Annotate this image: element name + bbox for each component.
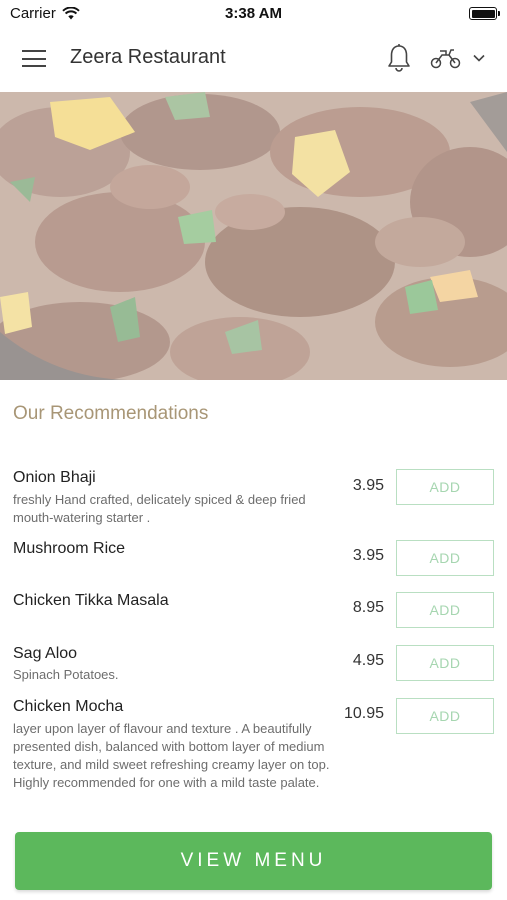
page-title: Zeera Restaurant: [70, 46, 226, 68]
menu-icon[interactable]: [22, 50, 46, 68]
app-header: Zeera Restaurant: [0, 28, 507, 92]
item-name: Mushroom Rice: [13, 540, 126, 557]
add-button[interactable]: ADD: [396, 592, 494, 628]
item-description: layer upon layer of flavour and texture …: [13, 721, 330, 790]
item-price: 3.95: [352, 547, 384, 564]
item-name: Onion Bhaji: [13, 469, 96, 486]
status-time: 3:38 AM: [225, 5, 282, 22]
item-description: Spinach Potatoes.: [13, 667, 119, 682]
item-name: Sag Aloo: [13, 645, 78, 662]
status-bar: Carrier 3:38 AM: [0, 0, 507, 28]
item-price: 10.95: [343, 705, 384, 722]
chevron-down-icon[interactable]: [472, 51, 486, 65]
add-button[interactable]: ADD: [396, 645, 494, 681]
battery-icon: [469, 7, 500, 20]
delivery-scooter-icon[interactable]: [430, 46, 462, 70]
food-curry-image: [0, 92, 507, 380]
view-menu-button[interactable]: VIEW MENU: [15, 832, 492, 890]
item-price: 8.95: [352, 599, 384, 616]
add-button[interactable]: ADD: [396, 540, 494, 576]
item-price: 4.95: [352, 652, 384, 669]
bell-icon[interactable]: [386, 43, 412, 73]
item-description: freshly Hand crafted, delicately spiced …: [13, 492, 306, 525]
add-button[interactable]: ADD: [396, 698, 494, 734]
recommendations-title: Our Recommendations: [13, 403, 209, 424]
item-name: Chicken Mocha: [13, 698, 124, 715]
item-name: Chicken Tikka Masala: [13, 592, 169, 609]
item-price: 3.95: [352, 477, 384, 494]
add-button[interactable]: ADD: [396, 469, 494, 505]
